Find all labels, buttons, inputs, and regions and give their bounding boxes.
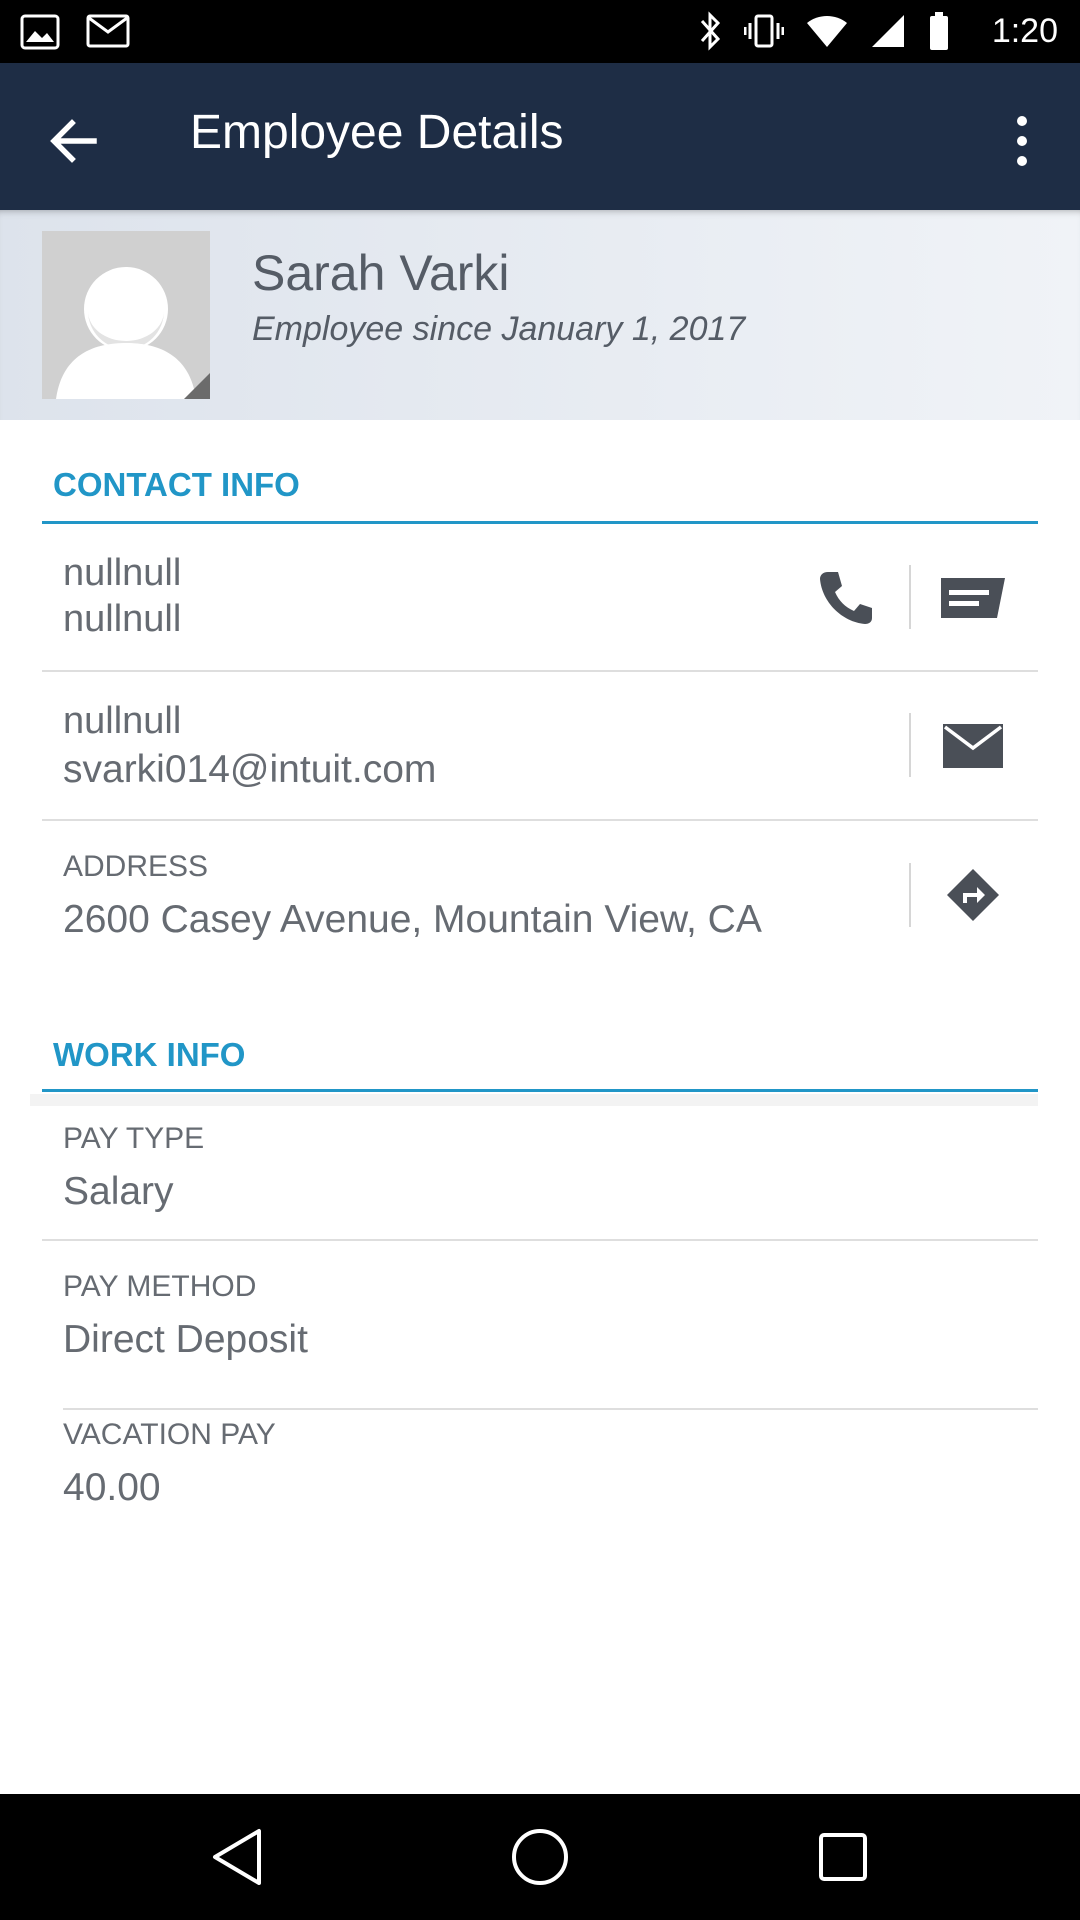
employee-since: Employee since January 1, 2017 xyxy=(252,310,746,348)
wifi-icon xyxy=(807,15,847,48)
vacation-pay-label: VACATION PAY xyxy=(63,1418,276,1451)
directions-icon xyxy=(947,869,999,921)
battery-icon xyxy=(930,12,948,50)
contact-info-header: CONTACT INFO xyxy=(53,466,300,503)
square-recents-icon xyxy=(819,1833,867,1881)
pay-type-value: Salary xyxy=(63,1170,174,1213)
arrow-back-icon xyxy=(50,119,97,163)
notification-icons xyxy=(20,14,130,50)
phone-line-1: nullnull xyxy=(63,552,182,594)
system-icons xyxy=(698,10,950,52)
phone-row-separator xyxy=(909,565,911,629)
employee-name: Sarah Varki xyxy=(252,245,510,301)
pay-method-value: Direct Deposit xyxy=(63,1318,308,1361)
divider xyxy=(42,1239,1038,1241)
address-value: 2600 Casey Avenue, Mountain View, CA xyxy=(63,898,762,941)
status-bar: 1:20 xyxy=(0,0,1080,63)
message-button[interactable] xyxy=(937,562,1009,634)
avatar[interactable] xyxy=(42,231,210,399)
person-placeholder-icon xyxy=(42,231,210,399)
email-button[interactable] xyxy=(937,710,1009,782)
phone-icon xyxy=(820,572,872,624)
divider xyxy=(42,819,1038,821)
work-info-header: WORK INFO xyxy=(53,1036,246,1073)
email-address: svarki014@intuit.com xyxy=(63,748,437,791)
divider xyxy=(63,1408,1038,1410)
app-bar: Employee Details xyxy=(0,63,1080,210)
email-name: nullnull xyxy=(63,700,182,742)
mail-icon xyxy=(86,14,130,48)
directions-button[interactable] xyxy=(937,859,1009,931)
envelope-icon xyxy=(943,724,1003,768)
section-shadow xyxy=(30,1094,1038,1106)
status-time: 1:20 xyxy=(991,12,1058,50)
work-info-underline xyxy=(42,1089,1038,1092)
address-label: ADDRESS xyxy=(63,850,209,883)
pay-type-label: PAY TYPE xyxy=(63,1122,205,1155)
gallery-icon xyxy=(20,14,60,50)
nav-recents-button[interactable] xyxy=(810,1824,876,1890)
back-button[interactable] xyxy=(38,105,110,177)
call-button[interactable] xyxy=(810,562,882,634)
message-icon xyxy=(941,578,1005,618)
system-nav-bar xyxy=(0,1794,1080,1920)
email-row-separator xyxy=(909,713,911,777)
circle-home-icon xyxy=(512,1829,568,1885)
divider xyxy=(42,670,1038,672)
phone-line-2: nullnull xyxy=(63,598,182,640)
nav-home-button[interactable] xyxy=(507,1824,573,1890)
triangle-back-icon xyxy=(213,1829,261,1885)
page-title: Employee Details xyxy=(190,106,564,159)
contact-info-underline xyxy=(42,521,1038,524)
nav-back-button[interactable] xyxy=(204,1824,270,1890)
pay-method-label: PAY METHOD xyxy=(63,1270,257,1303)
bluetooth-icon xyxy=(700,11,721,51)
profile-header: Sarah Varki Employee since January 1, 20… xyxy=(0,210,1080,420)
vacation-pay-value: 40.00 xyxy=(63,1466,161,1509)
signal-icon xyxy=(872,15,904,47)
overflow-menu-button[interactable] xyxy=(1000,105,1044,177)
address-row-separator xyxy=(909,863,911,927)
vibrate-icon xyxy=(744,14,784,48)
more-vert-icon xyxy=(1017,116,1027,166)
